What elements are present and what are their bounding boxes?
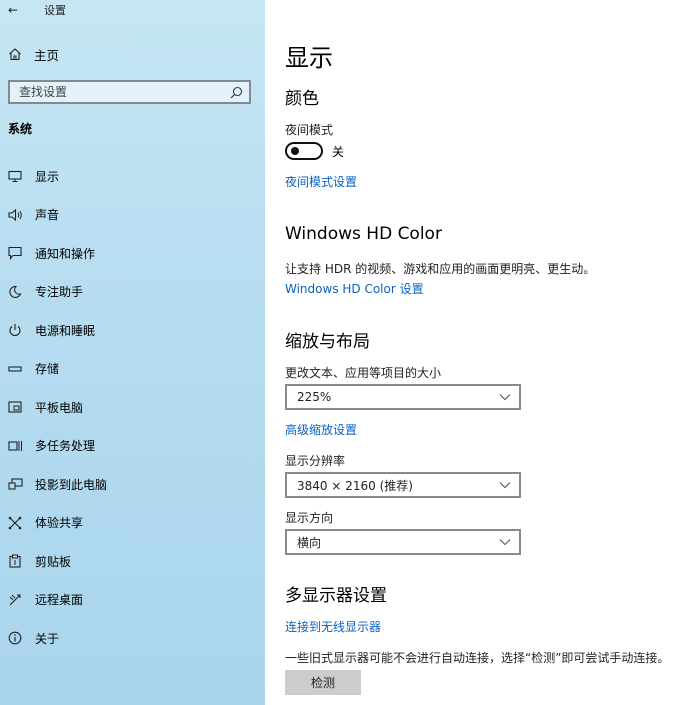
page-title: 显示	[285, 44, 333, 72]
window-title: 设置	[44, 4, 66, 17]
moon-icon	[8, 285, 35, 299]
night-mode-settings-link[interactable]: 夜间模式设置	[285, 173, 357, 190]
night-mode-label: 夜间模式	[285, 123, 334, 137]
size-dropdown[interactable]: 225%	[285, 384, 521, 410]
project-icon	[8, 477, 35, 491]
color-heading: 颜色	[285, 89, 319, 109]
sidebar-item-sound[interactable]: 声音	[0, 196, 265, 235]
main-content: 显示 颜色 夜间模式 关 夜间模式设置 Windows HD Color 让支持…	[285, 0, 700, 705]
tablet-icon	[8, 400, 35, 414]
sidebar-item-label: 投影到此电脑	[35, 477, 108, 492]
advanced-scaling-link[interactable]: 高级缩放设置	[285, 421, 357, 438]
resolution-dropdown[interactable]: 3840 × 2160 (推荐)	[285, 472, 521, 498]
orientation-dropdown[interactable]: 横向	[285, 529, 521, 555]
hdr-heading: Windows HD Color	[285, 224, 442, 244]
chevron-down-icon	[499, 393, 511, 401]
speaker-icon	[8, 208, 35, 222]
clipboard-icon	[8, 554, 35, 568]
sidebar: ← 设置 主页 系统 显示 声音 通知和操作 专注助手	[0, 0, 265, 705]
sidebar-item-home[interactable]: 主页	[8, 44, 59, 64]
sidebar-item-label: 专注助手	[35, 285, 84, 300]
sidebar-item-clipboard[interactable]: 剪贴板	[0, 542, 265, 581]
sidebar-item-label: 通知和操作	[35, 246, 96, 261]
share-icon	[8, 516, 35, 530]
hdr-description: 让支持 HDR 的视频、游戏和应用的画面更明亮、更生动。	[285, 262, 596, 276]
hdr-settings-link[interactable]: Windows HD Color 设置	[285, 280, 424, 297]
sidebar-item-multitasking[interactable]: 多任务处理	[0, 427, 265, 466]
sidebar-item-label: 关于	[35, 631, 60, 646]
multi-display-note: 一些旧式显示器可能不会进行自动连接，选择“检测”即可尝试手动连接。	[285, 651, 670, 665]
orientation-value: 横向	[297, 535, 322, 550]
section-label: 系统	[8, 122, 33, 136]
sidebar-item-label: 显示	[35, 169, 60, 184]
power-icon	[8, 323, 35, 337]
resolution-value: 3840 × 2160 (推荐)	[297, 478, 413, 493]
sidebar-nav: 显示 声音 通知和操作 专注助手 电源和睡眠 存储 平板电脑 多任务处理 投影到…	[0, 157, 265, 658]
chevron-down-icon	[499, 481, 511, 489]
detect-button[interactable]: 检测	[285, 670, 361, 695]
search-box[interactable]	[8, 80, 251, 104]
night-mode-toggle[interactable]	[285, 142, 323, 160]
info-icon	[8, 631, 35, 645]
search-icon[interactable]	[230, 86, 243, 99]
sidebar-item-label: 声音	[35, 208, 60, 223]
sidebar-item-label: 剪贴板	[35, 554, 72, 569]
storage-icon	[8, 362, 35, 376]
sidebar-item-notifications[interactable]: 通知和操作	[0, 234, 265, 273]
resolution-label: 显示分辨率	[285, 454, 346, 468]
night-mode-toggle-row: 关	[285, 142, 344, 160]
home-label: 主页	[34, 47, 60, 63]
chevron-down-icon	[499, 538, 511, 546]
size-label: 更改文本、应用等项目的大小	[285, 366, 442, 380]
multitask-icon	[8, 439, 35, 453]
size-value: 225%	[297, 390, 332, 404]
toggle-knob	[291, 147, 299, 155]
sidebar-item-focus-assist[interactable]: 专注助手	[0, 273, 265, 312]
home-icon	[8, 47, 34, 61]
sidebar-item-label: 平板电脑	[35, 400, 84, 415]
orientation-label: 显示方向	[285, 511, 334, 525]
sidebar-item-label: 多任务处理	[35, 439, 96, 454]
sidebar-item-tablet[interactable]: 平板电脑	[0, 388, 265, 427]
sidebar-item-label: 电源和睡眠	[35, 323, 96, 338]
sidebar-item-label: 体验共享	[35, 516, 84, 531]
monitor-icon	[8, 169, 35, 183]
sidebar-item-shared-experiences[interactable]: 体验共享	[0, 504, 265, 543]
title-bar: ← 设置	[8, 2, 66, 18]
sidebar-item-storage[interactable]: 存储	[0, 350, 265, 389]
sidebar-item-remote-desktop[interactable]: 远程桌面	[0, 581, 265, 620]
sidebar-item-project[interactable]: 投影到此电脑	[0, 465, 265, 504]
back-arrow-icon[interactable]: ←	[8, 3, 28, 17]
sidebar-item-about[interactable]: 关于	[0, 619, 265, 658]
wireless-display-link[interactable]: 连接到无线显示器	[285, 618, 381, 635]
night-mode-state: 关	[332, 144, 345, 159]
sidebar-item-label: 存储	[35, 362, 60, 377]
multi-display-heading: 多显示器设置	[285, 586, 387, 606]
sidebar-item-display[interactable]: 显示	[0, 157, 265, 196]
sidebar-item-power[interactable]: 电源和睡眠	[0, 311, 265, 350]
remote-icon	[8, 593, 35, 607]
search-input[interactable]	[19, 85, 209, 99]
notification-icon	[8, 246, 35, 261]
scale-heading: 缩放与布局	[285, 332, 370, 352]
sidebar-item-label: 远程桌面	[35, 593, 84, 608]
